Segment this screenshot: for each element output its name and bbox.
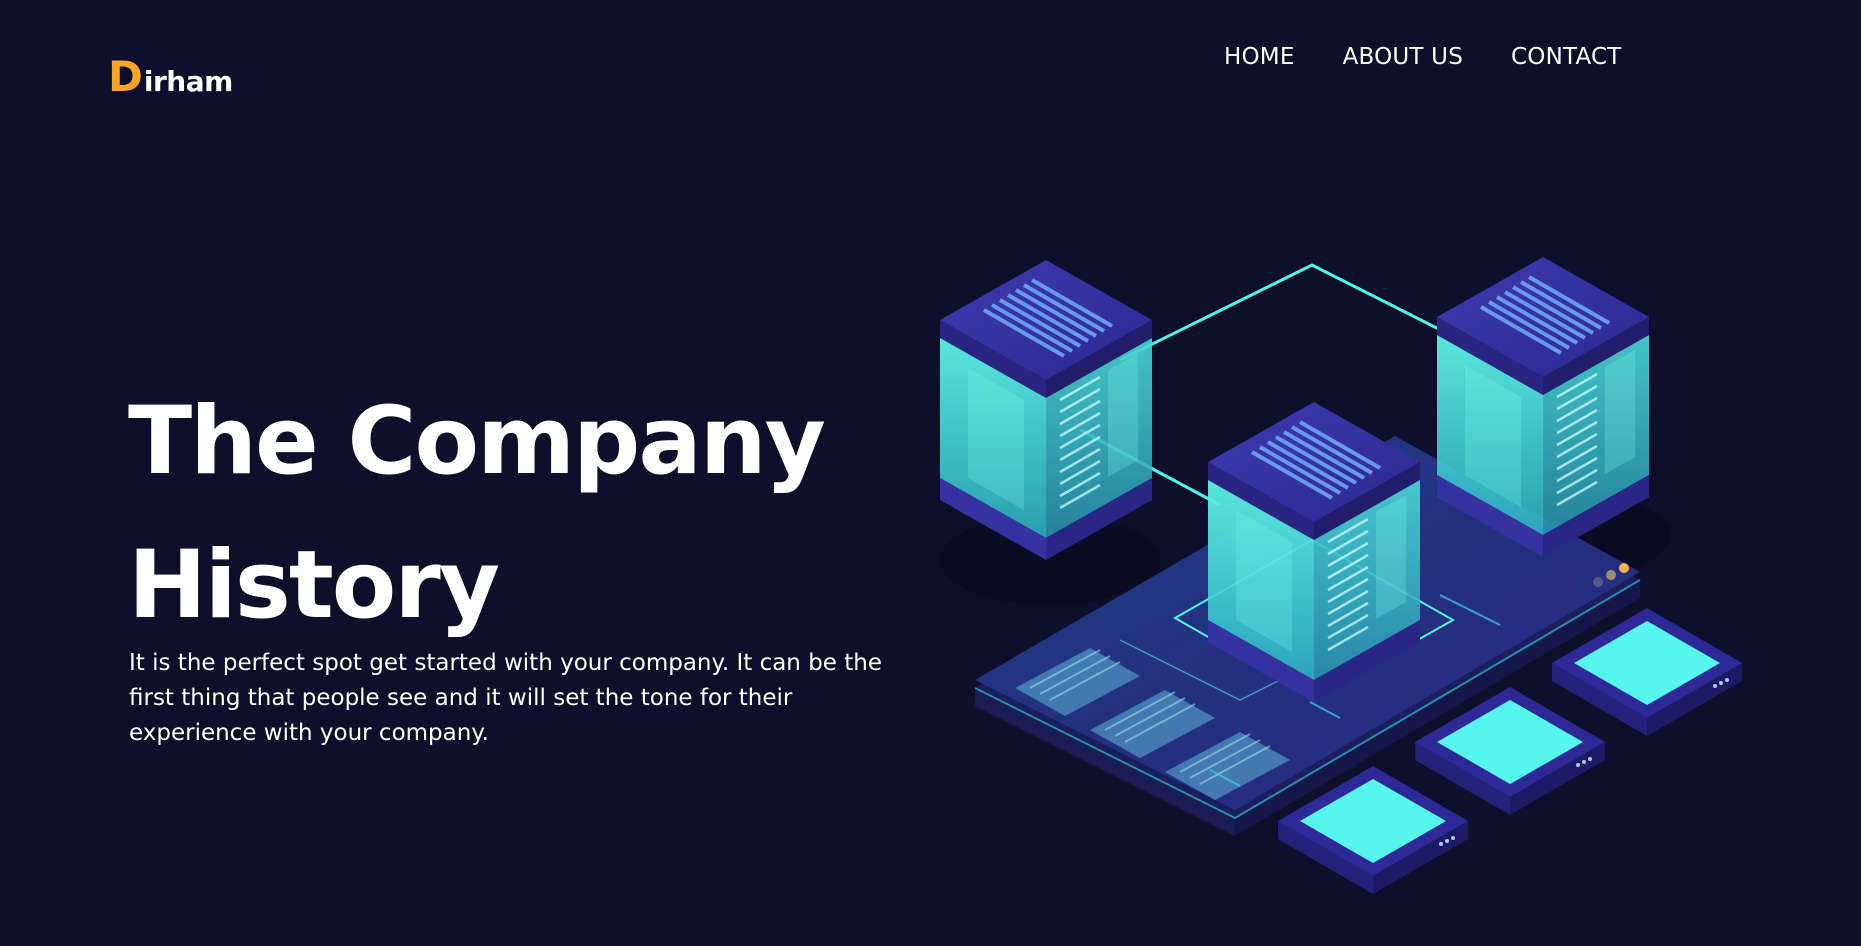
nav-about-us-link[interactable]: ABOUT US bbox=[1343, 44, 1463, 70]
main-nav: HOME ABOUT US CONTACT bbox=[1224, 44, 1622, 70]
server-network-illustration bbox=[940, 255, 1742, 894]
hero-title: The Company History bbox=[128, 370, 826, 658]
hero-title-line-1: The Company bbox=[128, 387, 826, 496]
logo-initial: D bbox=[108, 52, 143, 101]
logo[interactable]: D irham bbox=[108, 56, 233, 98]
hero-description: It is the perfect spot get started with … bbox=[129, 650, 883, 746]
logo-text: irham bbox=[143, 65, 233, 98]
nav-contact-link[interactable]: CONTACT bbox=[1511, 44, 1621, 70]
landing-page: D irham HOME ABOUT US CONTACT The Compan… bbox=[0, 0, 1861, 946]
nav-home-link[interactable]: HOME bbox=[1224, 44, 1295, 70]
hero-title-line-2: History bbox=[128, 531, 500, 640]
